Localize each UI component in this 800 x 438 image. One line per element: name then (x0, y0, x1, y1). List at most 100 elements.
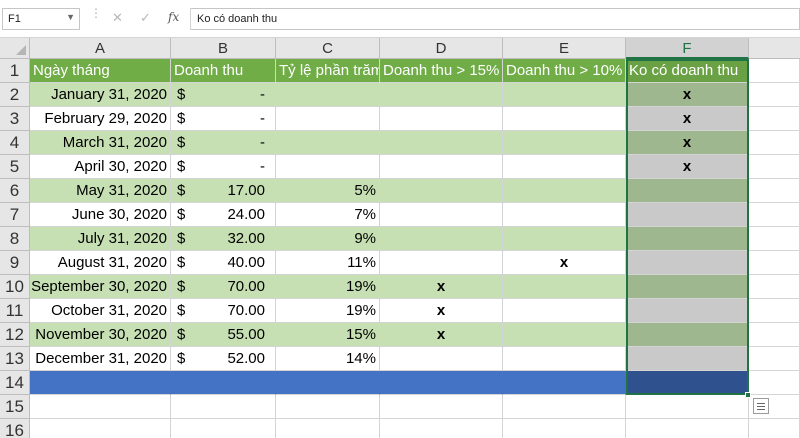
over-10-cell-7[interactable] (503, 203, 626, 227)
percent-cell-4[interactable] (276, 131, 380, 155)
cell-g12[interactable] (749, 323, 800, 347)
row-header-3[interactable]: 3 (0, 107, 30, 131)
column-header-e[interactable]: E (503, 38, 626, 59)
column-header-c[interactable]: C (276, 38, 380, 59)
over-10-cell-12[interactable] (503, 323, 626, 347)
percent-cell-6[interactable]: 5% (276, 179, 380, 203)
no-revenue-cell-13[interactable] (626, 347, 749, 371)
insert-function-icon[interactable]: fx (168, 10, 179, 24)
revenue-cell-12[interactable]: $55.00 (171, 323, 276, 347)
chevron-down-icon[interactable]: ▼ (66, 12, 75, 22)
over-15-cell-13[interactable] (380, 347, 503, 371)
cell-g8[interactable] (749, 227, 800, 251)
date-cell-5[interactable]: April 30, 2020 (30, 155, 171, 179)
percent-cell-8[interactable]: 9% (276, 227, 380, 251)
date-cell-11[interactable]: October 31, 2020 (30, 299, 171, 323)
date-cell-10[interactable]: September 30, 2020 (30, 275, 171, 299)
over-10-cell-11[interactable] (503, 299, 626, 323)
date-cell-7[interactable]: June 30, 2020 (30, 203, 171, 227)
no-revenue-cell-9[interactable] (626, 251, 749, 275)
total-row-cell-c[interactable] (276, 371, 380, 395)
row-header-8[interactable]: 8 (0, 227, 30, 251)
cell-c15[interactable] (276, 395, 380, 419)
cancel-icon[interactable]: ✕ (112, 10, 123, 26)
cell-d16[interactable] (380, 419, 503, 438)
row-header-11[interactable]: 11 (0, 299, 30, 323)
row-header-7[interactable]: 7 (0, 203, 30, 227)
revenue-cell-10[interactable]: $70.00 (171, 275, 276, 299)
percent-cell-11[interactable]: 19% (276, 299, 380, 323)
percent-cell-2[interactable] (276, 83, 380, 107)
over-10-cell-3[interactable] (503, 107, 626, 131)
revenue-cell-6[interactable]: $17.00 (171, 179, 276, 203)
header-cell-d[interactable]: Doanh thu > 15% (380, 59, 503, 83)
percent-cell-10[interactable]: 19% (276, 275, 380, 299)
header-cell-e[interactable]: Doanh thu > 10% (503, 59, 626, 83)
over-15-cell-6[interactable] (380, 179, 503, 203)
date-cell-6[interactable]: May 31, 2020 (30, 179, 171, 203)
over-15-cell-3[interactable] (380, 107, 503, 131)
enter-icon[interactable]: ✓ (140, 10, 151, 26)
over-10-cell-6[interactable] (503, 179, 626, 203)
row-header-4[interactable]: 4 (0, 131, 30, 155)
cell-e15[interactable] (503, 395, 626, 419)
cell-d15[interactable] (380, 395, 503, 419)
column-header-a[interactable]: A (30, 38, 171, 59)
column-header-g[interactable] (749, 38, 800, 59)
no-revenue-cell-12[interactable] (626, 323, 749, 347)
cell-g6[interactable] (749, 179, 800, 203)
row-header-6[interactable]: 6 (0, 179, 30, 203)
over-15-cell-10[interactable]: x (380, 275, 503, 299)
revenue-cell-13[interactable]: $52.00 (171, 347, 276, 371)
cell-g5[interactable] (749, 155, 800, 179)
header-cell-a[interactable]: Ngày tháng (30, 59, 171, 83)
date-cell-3[interactable]: February 29, 2020 (30, 107, 171, 131)
over-15-cell-9[interactable] (380, 251, 503, 275)
formula-bar-grip-icon[interactable]: ⋮ (90, 7, 102, 28)
cell-g16[interactable] (749, 419, 800, 438)
row-header-15[interactable]: 15 (0, 395, 30, 419)
no-revenue-cell-4[interactable]: x (626, 131, 749, 155)
no-revenue-cell-3[interactable]: x (626, 107, 749, 131)
percent-cell-7[interactable]: 7% (276, 203, 380, 227)
revenue-cell-3[interactable]: $ - (171, 107, 276, 131)
no-revenue-cell-8[interactable] (626, 227, 749, 251)
select-all-button[interactable] (0, 38, 30, 59)
cell-b15[interactable] (171, 395, 276, 419)
over-15-cell-8[interactable] (380, 227, 503, 251)
cell-g3[interactable] (749, 107, 800, 131)
formula-input[interactable]: Ko có doanh thu (191, 8, 800, 30)
total-row-cell-f[interactable] (626, 371, 749, 395)
total-row-cell-d[interactable] (380, 371, 503, 395)
cell-g1[interactable] (749, 59, 800, 83)
header-cell-f[interactable]: Ko có doanh thu (626, 59, 749, 83)
total-row-cell-e[interactable] (503, 371, 626, 395)
over-10-cell-9[interactable]: x (503, 251, 626, 275)
percent-cell-9[interactable]: 11% (276, 251, 380, 275)
total-row-cell-b[interactable] (171, 371, 276, 395)
cell-a15[interactable] (30, 395, 171, 419)
row-header-13[interactable]: 13 (0, 347, 30, 371)
cell-c16[interactable] (276, 419, 380, 438)
over-10-cell-4[interactable] (503, 131, 626, 155)
no-revenue-cell-7[interactable] (626, 203, 749, 227)
revenue-cell-11[interactable]: $70.00 (171, 299, 276, 323)
no-revenue-cell-2[interactable]: x (626, 83, 749, 107)
cell-g14[interactable] (749, 371, 800, 395)
row-header-1[interactable]: 1 (0, 59, 30, 83)
row-header-10[interactable]: 10 (0, 275, 30, 299)
name-box[interactable]: F1 ▼ (2, 8, 80, 30)
cell-g13[interactable] (749, 347, 800, 371)
no-revenue-cell-6[interactable] (626, 179, 749, 203)
revenue-cell-2[interactable]: $ - (171, 83, 276, 107)
date-cell-12[interactable]: November 30, 2020 (30, 323, 171, 347)
header-cell-b[interactable]: Doanh thu (171, 59, 276, 83)
cell-a16[interactable] (30, 419, 171, 438)
fill-handle[interactable] (745, 392, 751, 398)
date-cell-8[interactable]: July 31, 2020 (30, 227, 171, 251)
row-header-2[interactable]: 2 (0, 83, 30, 107)
revenue-cell-5[interactable]: $ - (171, 155, 276, 179)
row-header-9[interactable]: 9 (0, 251, 30, 275)
date-cell-13[interactable]: December 31, 2020 (30, 347, 171, 371)
over-10-cell-10[interactable] (503, 275, 626, 299)
